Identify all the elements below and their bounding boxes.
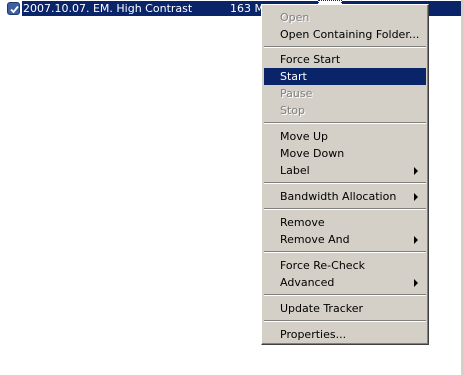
menu-item-label: Force Re-Check [280, 259, 365, 272]
submenu-arrow-icon [414, 193, 418, 201]
menu-item-remove[interactable]: Remove [264, 214, 426, 231]
menu-item-open[interactable]: Open [264, 9, 426, 26]
menu-item-start[interactable]: Start [264, 68, 426, 85]
torrent-size: 163 M [230, 2, 264, 15]
menu-separator [264, 182, 426, 184]
menu-item-label: Label [280, 164, 310, 177]
menu-item-label: Open Containing Folder... [280, 28, 420, 41]
context-menu: Open Open Containing Folder... Force Sta… [261, 4, 429, 345]
menu-item-label-submenu[interactable]: Label [264, 162, 426, 179]
menu-item-remove-and[interactable]: Remove And [264, 231, 426, 248]
menu-item-label: Force Start [280, 53, 341, 66]
menu-separator [264, 320, 426, 322]
menu-item-advanced[interactable]: Advanced [264, 274, 426, 291]
menu-item-label: Pause [280, 87, 313, 100]
menu-item-label: Open [280, 11, 310, 24]
menu-item-label: Move Down [280, 147, 345, 160]
submenu-arrow-icon [414, 279, 418, 287]
menu-separator [264, 208, 426, 210]
menu-item-open-containing-folder[interactable]: Open Containing Folder... [264, 26, 426, 43]
menu-separator [264, 46, 426, 48]
torrent-name: 2007.10.07. EM. High Contrast [23, 2, 193, 15]
menu-item-bandwidth-allocation[interactable]: Bandwidth Allocation [264, 188, 426, 205]
menu-item-label: Remove [280, 216, 325, 229]
menu-separator [264, 122, 426, 124]
menu-item-label: Bandwidth Allocation [280, 190, 397, 203]
checkmark-icon [7, 2, 20, 15]
menu-item-label: Start [280, 70, 307, 83]
submenu-arrow-icon [414, 167, 418, 175]
menu-separator [264, 294, 426, 296]
submenu-arrow-icon [414, 236, 418, 244]
menu-item-pause[interactable]: Pause [264, 85, 426, 102]
menu-item-force-recheck[interactable]: Force Re-Check [264, 257, 426, 274]
menu-item-label: Move Up [280, 130, 329, 143]
menu-item-force-start[interactable]: Force Start [264, 51, 426, 68]
menu-item-label: Stop [280, 104, 306, 117]
menu-item-properties[interactable]: Properties... [264, 326, 426, 343]
menu-item-stop[interactable]: Stop [264, 102, 426, 119]
menu-item-move-down[interactable]: Move Down [264, 145, 426, 162]
menu-item-label: Properties... [280, 328, 347, 341]
menu-separator [264, 251, 426, 253]
menu-item-label: Advanced [280, 276, 335, 289]
menu-item-move-up[interactable]: Move Up [264, 128, 426, 145]
menu-item-update-tracker[interactable]: Update Tracker [264, 300, 426, 317]
menu-item-label: Remove And [280, 233, 350, 246]
menu-item-label: Update Tracker [280, 302, 364, 315]
